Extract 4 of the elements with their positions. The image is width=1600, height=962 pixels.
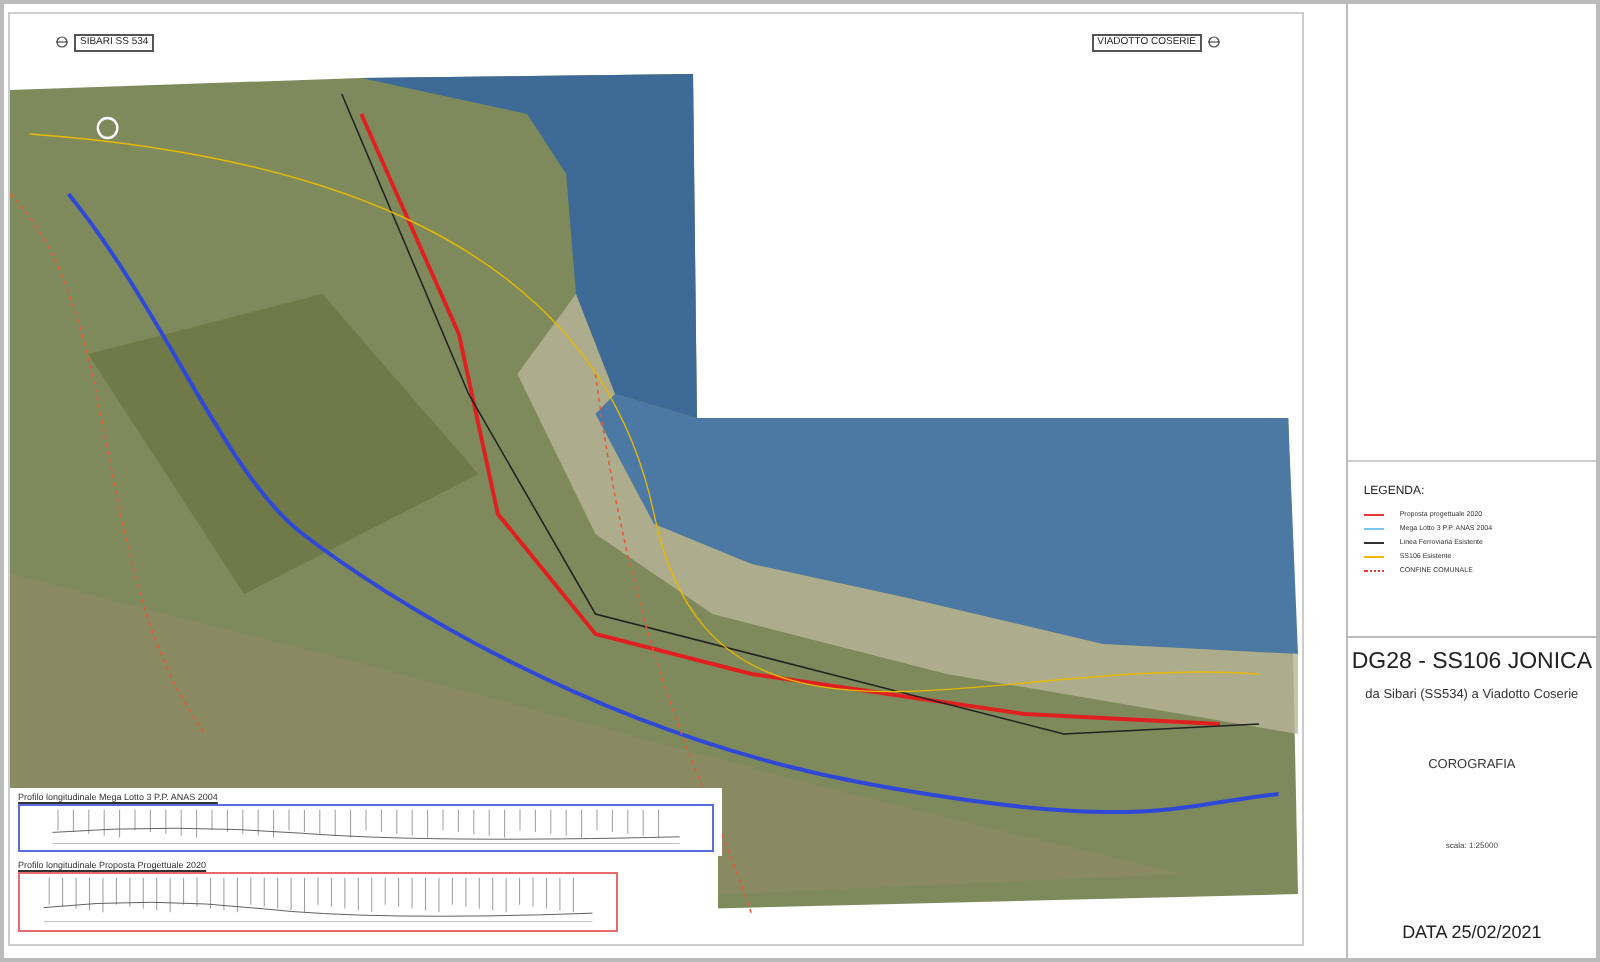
direction-icon (54, 36, 70, 48)
date-label: DATA 25/02/2021 (1402, 922, 1542, 942)
project-code: DG28 - SS106 JONICA (1351, 650, 1592, 674)
direction-icon (1206, 36, 1222, 48)
